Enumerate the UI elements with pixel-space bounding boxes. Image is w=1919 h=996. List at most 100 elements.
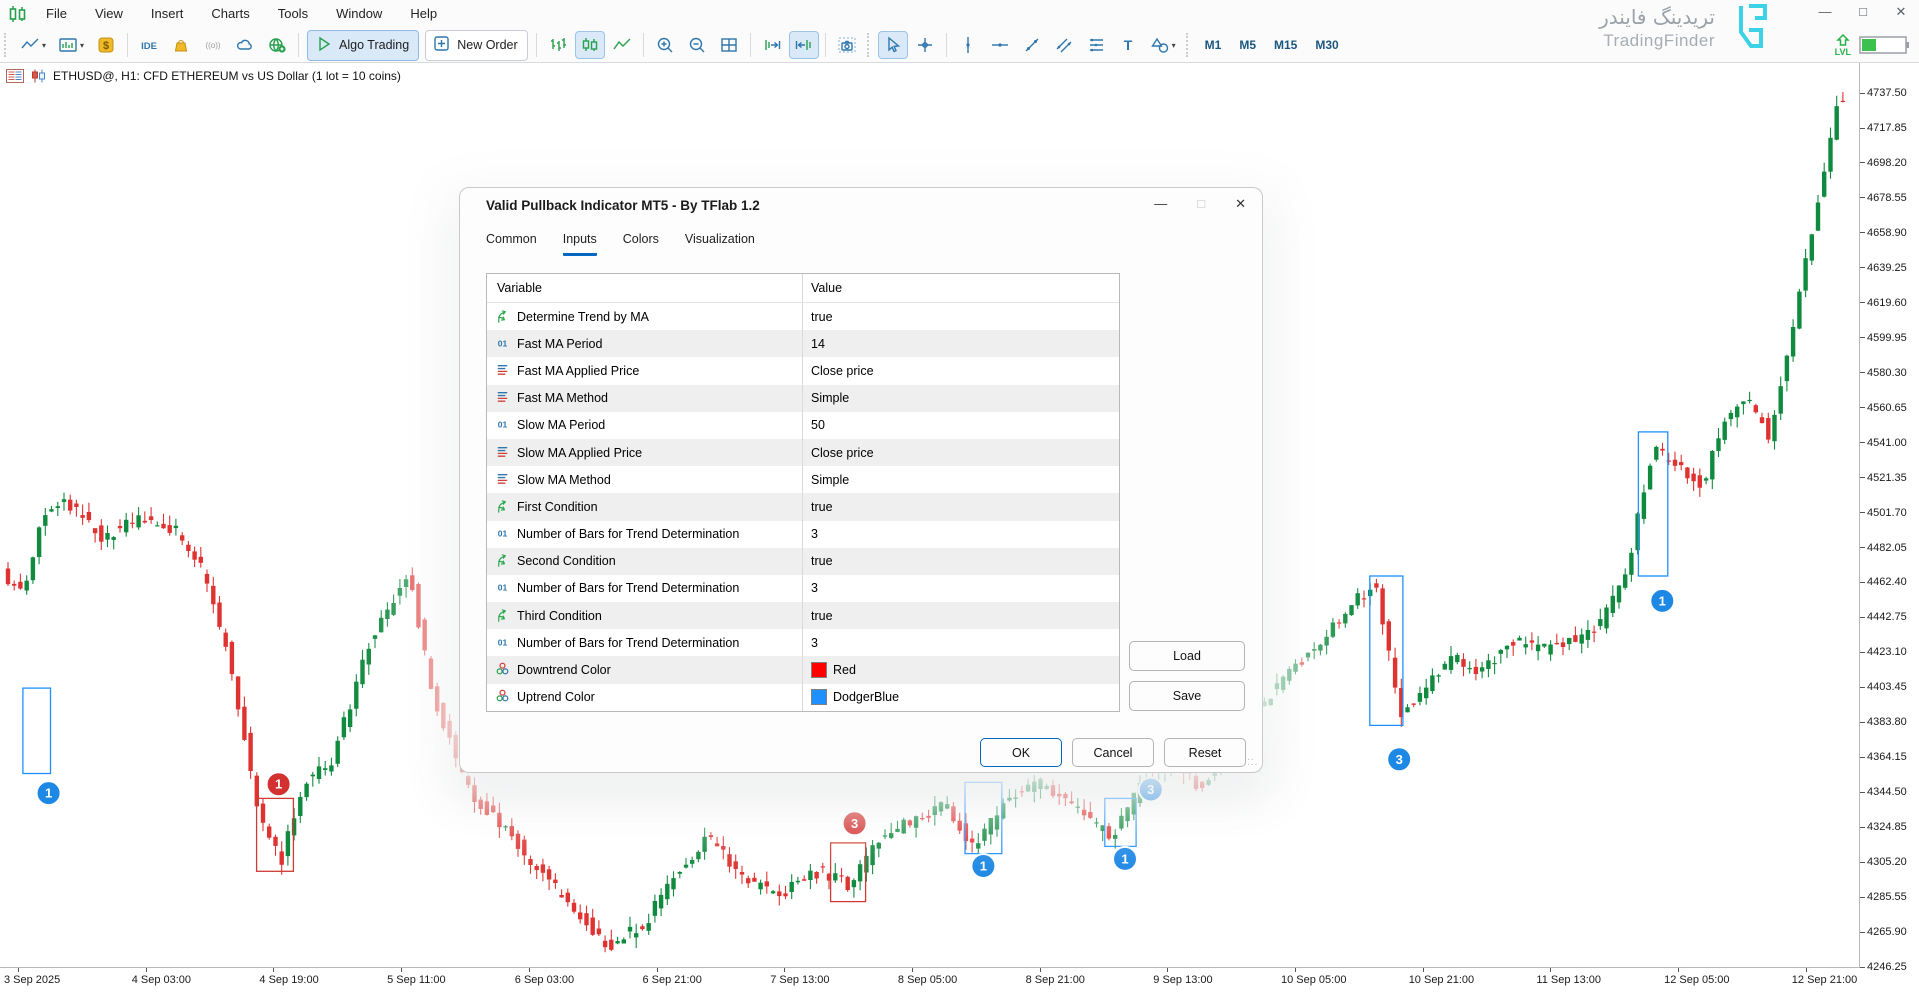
variable-value[interactable]: 14	[803, 330, 1119, 357]
text-label-icon[interactable]: T	[1113, 31, 1143, 59]
cloud-icon[interactable]	[230, 31, 260, 59]
dialog-title-bar[interactable]: Valid Pullback Indicator MT5 - By TFlab …	[460, 188, 1262, 225]
metaeditor-ide-icon[interactable]: IDE	[134, 31, 164, 59]
pullback-zone-box	[23, 688, 51, 773]
table-row[interactable]: 01Number of Bars for Trend Determination…	[487, 629, 1119, 656]
depth-of-market-icon[interactable]	[6, 69, 24, 83]
variable-value[interactable]: Close price	[803, 357, 1119, 384]
chart-type-icon[interactable]: ▾	[15, 31, 51, 59]
timeframe-m1-button[interactable]: M1	[1198, 34, 1229, 56]
cursor-icon[interactable]	[878, 31, 908, 59]
maximize-button[interactable]: □	[1855, 4, 1871, 20]
menu-window[interactable]: Window	[322, 0, 396, 28]
variable-value[interactable]: 3	[803, 521, 1119, 548]
load-button[interactable]: Load	[1129, 641, 1245, 671]
tab-visualization[interactable]: Visualization	[685, 232, 755, 256]
table-row[interactable]: Fast MA Applied Price Close price	[487, 357, 1119, 384]
reset-button[interactable]: Reset	[1164, 738, 1246, 767]
table-row[interactable]: Slow MA Method Simple	[487, 466, 1119, 493]
menu-view[interactable]: View	[81, 0, 137, 28]
svg-text:01: 01	[498, 338, 508, 348]
cancel-button[interactable]: Cancel	[1072, 738, 1154, 767]
variable-value[interactable]: true	[803, 493, 1119, 520]
screenshot-camera-icon[interactable]	[832, 31, 862, 59]
dialog-resize-grip[interactable]: ∙∙∙∙∙	[1247, 757, 1259, 769]
menu-insert[interactable]: Insert	[137, 0, 198, 28]
menu-tools[interactable]: Tools	[264, 0, 322, 28]
variable-value[interactable]: true	[803, 602, 1119, 629]
symbols-dollar-icon[interactable]: $	[91, 31, 121, 59]
shapes-icon[interactable]: ▾	[1145, 31, 1181, 59]
variable-value[interactable]: DodgerBlue	[803, 684, 1119, 711]
zoom-out-icon[interactable]	[682, 31, 712, 59]
algo-trading-button[interactable]: Algo Trading	[307, 30, 419, 61]
vertical-line-icon[interactable]	[953, 31, 983, 59]
minimize-button[interactable]: —	[1817, 4, 1833, 20]
chart-shift-icon[interactable]	[789, 31, 819, 59]
tile-windows-icon[interactable]	[714, 31, 744, 59]
int-icon: 01	[494, 524, 511, 544]
auto-scroll-icon[interactable]	[757, 31, 787, 59]
tab-common[interactable]: Common	[486, 232, 537, 256]
tab-colors[interactable]: Colors	[623, 232, 659, 256]
dropdown-caret-icon[interactable]: ▾	[1172, 41, 1176, 50]
new-order-button[interactable]: New Order	[425, 30, 527, 61]
bar-chart-mode-icon[interactable]	[543, 31, 573, 59]
ok-button[interactable]: OK	[980, 738, 1062, 767]
variable-value[interactable]: 50	[803, 412, 1119, 439]
variable-value[interactable]: Simple	[803, 466, 1119, 493]
variable-value[interactable]: true	[803, 548, 1119, 575]
variable-value[interactable]: 3	[803, 629, 1119, 656]
variable-value[interactable]: Simple	[803, 385, 1119, 412]
timeframe-m15-button[interactable]: M15	[1267, 34, 1304, 56]
variable-value[interactable]: Close price	[803, 439, 1119, 466]
variable-value[interactable]: Red	[803, 656, 1119, 683]
menu-charts[interactable]: Charts	[197, 0, 263, 28]
crosshair-icon[interactable]	[910, 31, 940, 59]
table-row[interactable]: Uptrend Color DodgerBlue	[487, 684, 1119, 711]
zoom-in-icon[interactable]	[650, 31, 680, 59]
timeframe-m30-button[interactable]: M30	[1308, 34, 1345, 56]
table-row[interactable]: 01Slow MA Period 50	[487, 412, 1119, 439]
dropdown-caret-icon[interactable]: ▾	[80, 41, 84, 50]
price-axis-label: 4462.40	[1860, 575, 1919, 589]
table-row[interactable]: Determine Trend by MA true	[487, 303, 1119, 330]
equidistant-channel-icon[interactable]	[1049, 31, 1079, 59]
dialog-minimize-button[interactable]: —	[1154, 196, 1167, 212]
close-button[interactable]: ✕	[1893, 4, 1909, 20]
indicator-window-icon[interactable]: ▾	[53, 31, 89, 59]
menu-file[interactable]: File	[32, 0, 81, 28]
horizontal-line-icon[interactable]	[985, 31, 1015, 59]
line-chart-mode-icon[interactable]	[607, 31, 637, 59]
table-row[interactable]: 01Fast MA Period 14	[487, 330, 1119, 357]
timeframe-m5-button[interactable]: M5	[1232, 34, 1263, 56]
signals-icon[interactable]: ((o))	[198, 31, 228, 59]
time-axis-label: 11 Sep 13:00	[1536, 974, 1601, 986]
price-axis[interactable]: 4737.504717.854698.204678.554658.904639.…	[1859, 63, 1919, 969]
one-click-trading-icon[interactable]	[30, 69, 47, 83]
table-row[interactable]: Downtrend Color Red	[487, 656, 1119, 683]
time-axis[interactable]: 3 Sep 2025 4 Sep 03:00 4 Sep 19:00 5 Sep…	[0, 967, 1860, 996]
level-indicator[interactable]: LVL	[1835, 34, 1911, 56]
fibonacci-retracement-icon[interactable]	[1081, 31, 1111, 59]
table-row[interactable]: First Condition true	[487, 493, 1119, 520]
variable-value[interactable]: true	[803, 303, 1119, 330]
table-row[interactable]: Third Condition true	[487, 602, 1119, 629]
table-row[interactable]: Fast MA Method Simple	[487, 385, 1119, 412]
table-row[interactable]: 01Number of Bars for Trend Determination…	[487, 575, 1119, 602]
variable-name: Fast MA Method	[517, 391, 608, 405]
market-bag-icon[interactable]	[166, 31, 196, 59]
save-button[interactable]: Save	[1129, 681, 1245, 711]
dialog-maximize-button[interactable]: □	[1197, 196, 1205, 212]
dropdown-caret-icon[interactable]: ▾	[42, 41, 46, 50]
menu-help[interactable]: Help	[396, 0, 451, 28]
dialog-close-button[interactable]: ✕	[1235, 196, 1246, 212]
table-row[interactable]: Slow MA Applied Price Close price	[487, 439, 1119, 466]
table-row[interactable]: Second Condition true	[487, 548, 1119, 575]
candle-chart-mode-icon[interactable]	[575, 31, 605, 59]
community-icon[interactable]	[262, 31, 292, 59]
trendline-icon[interactable]	[1017, 31, 1047, 59]
variable-value[interactable]: 3	[803, 575, 1119, 602]
tab-inputs[interactable]: Inputs	[563, 232, 597, 256]
table-row[interactable]: 01Number of Bars for Trend Determination…	[487, 521, 1119, 548]
